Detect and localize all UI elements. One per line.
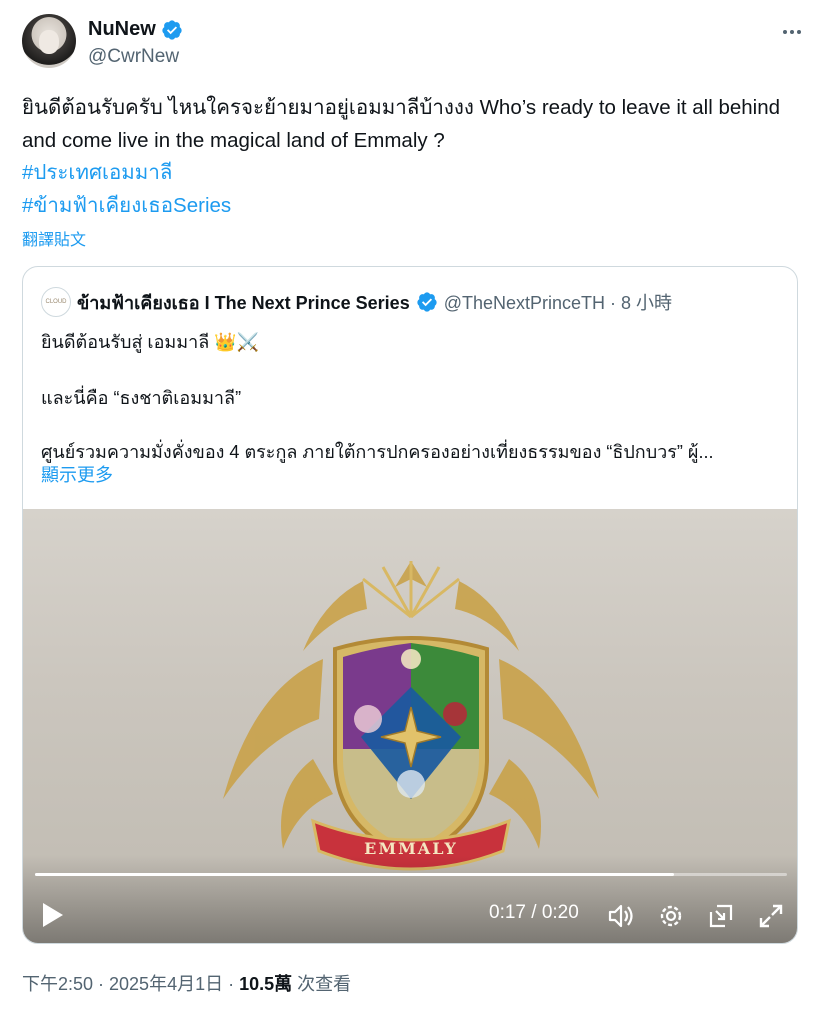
settings-icon[interactable] [657,902,685,930]
video-controls-shade [23,855,797,943]
translate-link[interactable]: 翻譯貼文 [22,226,86,250]
volume-icon[interactable] [607,902,635,930]
timestamp[interactable]: 下午2:50 · 2025年4月1日 · [22,974,239,994]
quoted-tweet[interactable]: CLOUD ข้ามฟ้าเคียงเธอ I The Next Prince … [22,266,798,944]
tweet-header: NuNew @CwrNew [22,14,806,74]
pip-icon[interactable] [707,902,735,930]
video-progress-bar[interactable] [35,873,787,876]
fullscreen-icon[interactable] [757,902,785,930]
quoted-text-line: ศูนย์รวมความมั่งคั่งของ 4 ตระกูล ภายใต้ก… [41,442,714,462]
handle[interactable]: @CwrNew [88,46,179,68]
hashtag-link[interactable]: #ข้ามฟ้าเคียงเธอSeries [22,189,231,222]
video-time: 0:17 / 0:20 [489,902,579,923]
video-player[interactable]: EMMALY 0:17 / 0:20 [23,509,797,943]
display-name[interactable]: NuNew [88,18,156,41]
video-progress-fill [35,873,675,876]
quoted-text-line: ยินดีต้อนรับสู่ เอมมาลี 👑⚔️ [41,332,260,352]
quoted-handle-time[interactable]: @TheNextPrinceTH · 8 小時 [444,289,672,315]
quoted-text-line: และนี่คือ “ธงชาติเอมมาลี” [41,388,242,408]
view-count: 10.5萬 [239,974,293,994]
quoted-avatar[interactable]: CLOUD [41,287,71,317]
more-icon[interactable] [778,20,806,44]
verified-badge-icon [417,292,437,312]
play-icon[interactable] [41,902,65,928]
quoted-display-name[interactable]: ข้ามฟ้าเคียงเธอ I The Next Prince Series [77,288,410,317]
verified-badge-icon [162,19,182,40]
show-more-link[interactable]: 顯示更多 [41,461,113,487]
avatar[interactable] [22,14,76,68]
hashtag-link[interactable]: #ประเทศเอมมาลี [22,156,172,189]
tweet-meta: 下午2:50 · 2025年4月1日 · 10.5萬 次查看 [22,970,351,996]
views-label: 次查看 [292,974,352,994]
tweet-text: ยินดีต้อนรับครับ ไหนใครจะย้ายมาอยู่เอมมา… [22,96,781,152]
